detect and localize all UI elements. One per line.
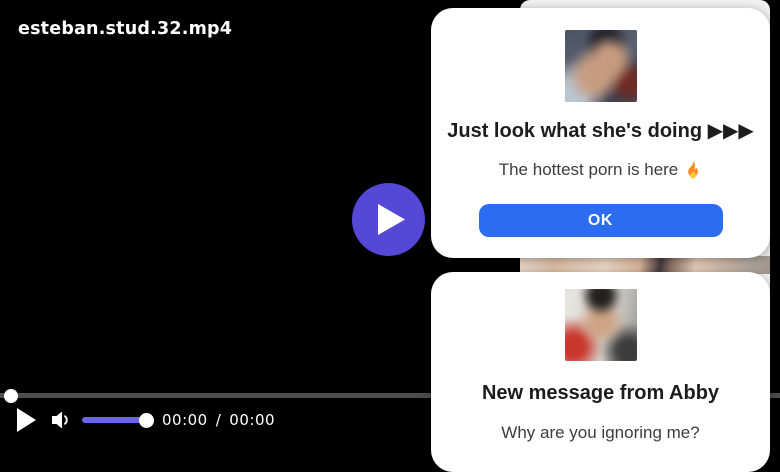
video-title: esteban.stud.32.mp4 — [18, 19, 232, 39]
offer-thumbnail-image — [565, 30, 637, 102]
duration: 00:00 — [229, 411, 275, 429]
volume-slider[interactable] — [82, 417, 150, 423]
fire-icon — [684, 160, 702, 180]
speaker-low-volume-icon — [49, 408, 71, 432]
message-headline: New message from Abby — [431, 380, 770, 406]
message-thumbnail-placeholder — [565, 289, 637, 361]
offer-headline: Just look what she's doing ▶▶▶ — [431, 118, 770, 144]
time-display: 00:00 / 00:00 — [162, 411, 275, 429]
play-button[interactable] — [17, 408, 36, 435]
big-play-button[interactable] — [352, 183, 425, 256]
play-icon — [17, 408, 36, 432]
ad-popup-message[interactable]: New message from Abby Why are you ignori… — [431, 272, 770, 472]
play-icon — [378, 204, 405, 235]
message-thumbnail-image — [565, 289, 637, 361]
mute-button[interactable] — [49, 408, 71, 435]
offer-thumbnail-placeholder — [565, 30, 637, 102]
ok-button[interactable]: OK — [479, 204, 723, 237]
current-time: 00:00 — [162, 411, 208, 429]
seek-thumb[interactable] — [4, 389, 18, 403]
offer-subtext: The hottest porn is here — [431, 158, 770, 182]
offer-subtext-label: The hottest porn is here — [499, 158, 679, 182]
ad-popup-offer[interactable]: Just look what she's doing ▶▶▶ The hotte… — [431, 8, 770, 258]
message-subtext: Why are you ignoring me? — [431, 421, 770, 445]
time-separator: / — [216, 411, 222, 429]
volume-thumb[interactable] — [139, 413, 154, 428]
